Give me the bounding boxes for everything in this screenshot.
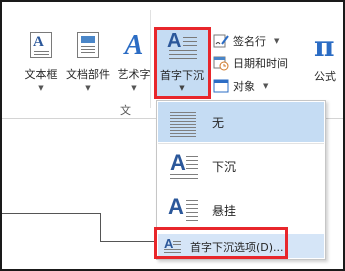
menu-separator [158,143,324,144]
signature-dropdown-arrow: ▼ [274,37,280,45]
menu-item-label: 悬挂 [212,204,237,218]
document-table-line [100,241,156,242]
dropcap-dropdown-arrow: ▼ [179,84,185,92]
wordart-icon: A [124,30,144,61]
object-dropdown-arrow: ▼ [263,82,269,90]
dropcap-options-item[interactable]: A 首字下沉选项(D)... [158,234,324,258]
datetime-button[interactable]: 日期和时间 [213,54,288,72]
docparts-label: 文档部件 [66,68,110,81]
document-table-line [2,213,100,214]
wordart-label: 艺术字 [117,68,151,81]
wordart-button[interactable]: A 艺术字 ▼ [114,26,154,98]
object-icon [213,78,229,94]
wordart-dropdown-arrow: ▼ [131,84,137,92]
signature-icon [213,33,229,49]
dropcap-button[interactable]: A 首字下沉 ▼ [154,28,210,98]
dropped-icon: A [166,150,198,182]
object-button[interactable]: 对象 ▼ [213,77,268,95]
menu-item-in-margin[interactable]: A 悬挂 [158,190,324,230]
menu-item-label: 下沉 [212,160,237,174]
pi-formula-icon[interactable]: π [314,30,335,63]
docparts-dropdown-arrow: ▼ [85,84,91,92]
textbox-icon: A [30,32,52,58]
dropcap-options-icon: A [164,236,182,254]
in-margin-icon: A [166,194,198,226]
dropcap-options-label: 首字下沉选项(D)... [190,241,284,254]
calendar-clock-icon [213,55,229,71]
signature-line-button[interactable]: 签名行 ▼ [213,32,279,50]
dropcap-menu: 无 A 下沉 A 悬挂 A 首字下沉选项(D)... [156,100,326,260]
textbox-label: 文本框 [24,68,58,81]
dropcap-label: 首字下沉 [160,69,204,82]
docparts-button[interactable]: 文档部件 ▼ [62,26,114,98]
group-label: 文 [120,104,131,117]
menu-item-none[interactable]: 无 [158,102,324,142]
docparts-icon [77,32,99,58]
textbox-button[interactable]: A 文本框 ▼ [18,26,64,98]
menu-item-label: 无 [212,116,225,130]
signature-label: 签名行 [233,35,266,48]
document-table-line [100,213,101,241]
menu-item-dropped[interactable]: A 下沉 [158,146,324,186]
datetime-label: 日期和时间 [233,57,288,70]
textbox-dropdown-arrow: ▼ [38,84,44,92]
dropcap-icon: A [167,30,197,63]
formula-label[interactable]: 公式 [314,68,336,84]
no-dropcap-icon [166,106,198,138]
object-label: 对象 [233,80,255,93]
